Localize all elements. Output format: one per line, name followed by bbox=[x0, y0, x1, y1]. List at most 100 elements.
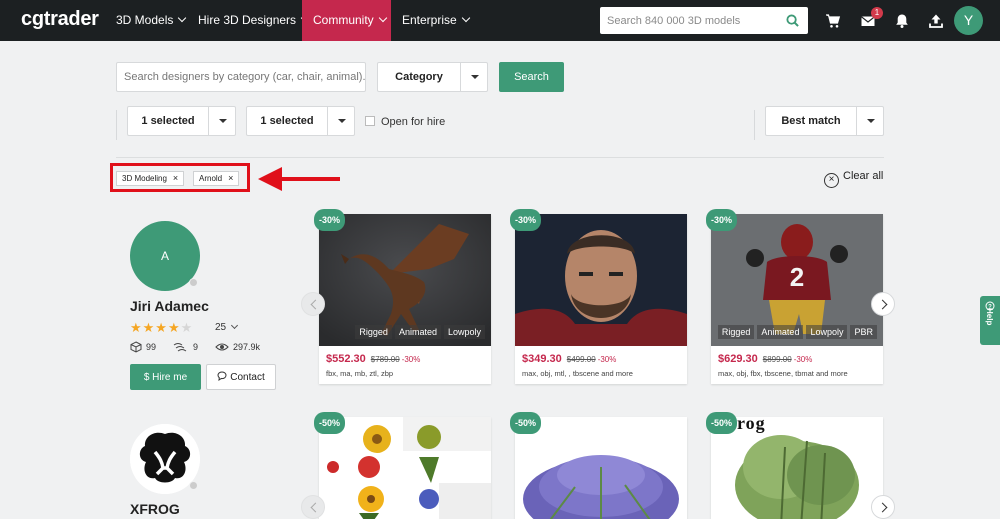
followers-count: 9 bbox=[173, 341, 198, 353]
annotation-arrow-icon bbox=[258, 167, 340, 191]
clear-all-button[interactable]: × Clear all bbox=[824, 170, 883, 188]
file-formats: fbx, ma, mb, ztl, zbp bbox=[326, 369, 394, 378]
discount-percent: -30% bbox=[401, 355, 421, 364]
upload-icon[interactable] bbox=[928, 13, 944, 29]
open-for-hire-checkbox[interactable] bbox=[365, 116, 375, 126]
dropdown-caret-icon[interactable] bbox=[460, 63, 488, 91]
price: $629.30 $899.00 -30% bbox=[718, 353, 813, 365]
model-card-football-head[interactable]: $349.30 $499.00 -30% max, obj, mtl, , tbsc… bbox=[515, 214, 687, 384]
open-for-hire-label: Open for hire bbox=[381, 116, 446, 128]
open-for-hire-filter[interactable]: Open for hire bbox=[365, 116, 445, 128]
svg-text:2: 2 bbox=[790, 262, 804, 292]
carousel-prev-button[interactable] bbox=[301, 495, 325, 519]
carousel-next-button[interactable] bbox=[871, 495, 895, 519]
model-thumbnail[interactable]: Rigged Animated Lowpoly bbox=[319, 214, 491, 346]
contact-button[interactable]: Contact bbox=[206, 364, 276, 390]
hire-me-button[interactable]: $ Hire me bbox=[130, 364, 201, 390]
model-thumbnail[interactable]: 2 Rigged Animated Lowpoly PBR bbox=[711, 214, 883, 346]
designer-search-input[interactable] bbox=[117, 63, 365, 91]
nav-hire-3d-designers[interactable]: Hire 3D Designers bbox=[187, 0, 319, 41]
chevron-down-icon bbox=[231, 321, 239, 330]
divider bbox=[116, 110, 117, 140]
filter-select-1[interactable]: 1 selected bbox=[127, 106, 236, 136]
designer-name[interactable]: Jiri Adamec bbox=[130, 298, 209, 314]
views-count: 297.9k bbox=[215, 341, 260, 353]
filter-select-1-value: 1 selected bbox=[141, 115, 195, 127]
model-tags: Rigged Animated Lowpoly bbox=[355, 325, 485, 339]
category-label: Category bbox=[395, 71, 443, 83]
discount-badge: -30% bbox=[510, 209, 541, 231]
nav-3d-models[interactable]: 3D Models bbox=[105, 0, 196, 41]
tag-chip: Animated bbox=[757, 325, 804, 339]
online-status-dot bbox=[189, 278, 198, 287]
tag-chip: PBR bbox=[850, 325, 877, 339]
close-icon[interactable]: × bbox=[173, 173, 178, 183]
tag-chip: Lowpoly bbox=[443, 325, 485, 339]
category-dropdown[interactable]: Category bbox=[377, 62, 488, 92]
model-thumbnail[interactable]: rog bbox=[711, 417, 883, 519]
eye-icon bbox=[215, 343, 229, 351]
image-text: rog bbox=[737, 417, 766, 433]
tag-3d-modeling[interactable]: 3D Modeling × bbox=[116, 171, 185, 186]
search-icon[interactable] bbox=[786, 14, 799, 27]
chat-icon bbox=[217, 371, 227, 382]
tag-chip: Lowpoly bbox=[806, 325, 848, 339]
tag-chip: Rigged bbox=[355, 325, 392, 339]
designer-search-box bbox=[116, 62, 366, 92]
chevron-down-icon bbox=[178, 13, 187, 23]
models-count: 99 bbox=[130, 341, 156, 353]
reviews-toggle[interactable]: 25 bbox=[215, 321, 239, 333]
help-tab[interactable]: ? Help bbox=[980, 296, 1000, 345]
model-search-input[interactable] bbox=[600, 7, 780, 34]
carousel-next-button[interactable] bbox=[871, 292, 895, 316]
dropdown-caret-icon[interactable] bbox=[208, 107, 236, 135]
discount-badge: -50% bbox=[706, 412, 737, 434]
dropdown-caret-icon[interactable] bbox=[856, 107, 884, 135]
active-tags-highlight: 3D Modeling × Arnold × bbox=[110, 163, 250, 192]
cube-icon bbox=[130, 341, 142, 353]
discount-badge: -50% bbox=[510, 412, 541, 434]
old-price: $789.00 bbox=[370, 355, 400, 364]
filter-select-2[interactable]: 1 selected bbox=[246, 106, 355, 136]
close-icon[interactable]: × bbox=[228, 173, 233, 183]
half-star-icon: ★ bbox=[180, 320, 194, 335]
designer-name[interactable]: XFROG bbox=[130, 501, 180, 517]
dropdown-caret-icon[interactable] bbox=[327, 107, 355, 135]
cgtrader-logo[interactable]: cgtrader bbox=[21, 8, 99, 31]
followers-icon bbox=[173, 343, 187, 352]
file-formats: max, obj, mtl, , tbscene and more bbox=[522, 369, 633, 378]
model-thumbnail[interactable] bbox=[319, 417, 491, 519]
old-price: $499.00 bbox=[566, 355, 596, 364]
chevron-down-icon bbox=[461, 13, 470, 23]
cart-icon[interactable] bbox=[825, 13, 841, 29]
online-status-dot bbox=[189, 481, 198, 490]
filter-select-2-value: 1 selected bbox=[260, 115, 314, 127]
divider bbox=[116, 157, 884, 158]
carousel-prev-button[interactable] bbox=[301, 292, 325, 316]
close-circle-icon: × bbox=[824, 173, 839, 188]
tag-arnold[interactable]: Arnold × bbox=[193, 171, 240, 186]
model-tags: Rigged Animated Lowpoly PBR bbox=[717, 325, 877, 339]
discount-percent: -30% bbox=[597, 355, 617, 364]
price: $349.30 $499.00 -30% bbox=[522, 353, 617, 365]
chevron-down-icon bbox=[378, 13, 387, 23]
discount-badge: -30% bbox=[706, 209, 737, 231]
search-button[interactable]: Search bbox=[499, 62, 564, 92]
model-card-dragon[interactable]: Rigged Animated Lowpoly $552.30 $789.00 -3… bbox=[319, 214, 491, 384]
nav-enterprise[interactable]: Enterprise bbox=[391, 0, 480, 41]
sort-dropdown[interactable]: Best match bbox=[765, 106, 884, 136]
nav-community[interactable]: Community bbox=[302, 0, 391, 41]
model-card-lavender[interactable] bbox=[515, 417, 687, 519]
model-search-box bbox=[600, 7, 808, 34]
user-avatar[interactable]: Y bbox=[954, 6, 983, 35]
model-card-bamboo[interactable]: rog bbox=[711, 417, 883, 519]
file-formats: max, obj, fbx, tbscene, tbmat and more bbox=[718, 369, 848, 378]
model-thumbnail[interactable] bbox=[515, 417, 687, 519]
message-count-badge: 1 bbox=[871, 7, 883, 19]
bell-icon[interactable] bbox=[894, 13, 910, 29]
model-card-football-player[interactable]: 2 Rigged Animated Lowpoly PBR $629.30 $89… bbox=[711, 214, 883, 384]
model-card-flowers[interactable] bbox=[319, 417, 491, 519]
star-rating: ★★★★★ bbox=[130, 320, 194, 335]
tag-chip: Animated bbox=[394, 325, 441, 339]
model-thumbnail[interactable] bbox=[515, 214, 687, 346]
